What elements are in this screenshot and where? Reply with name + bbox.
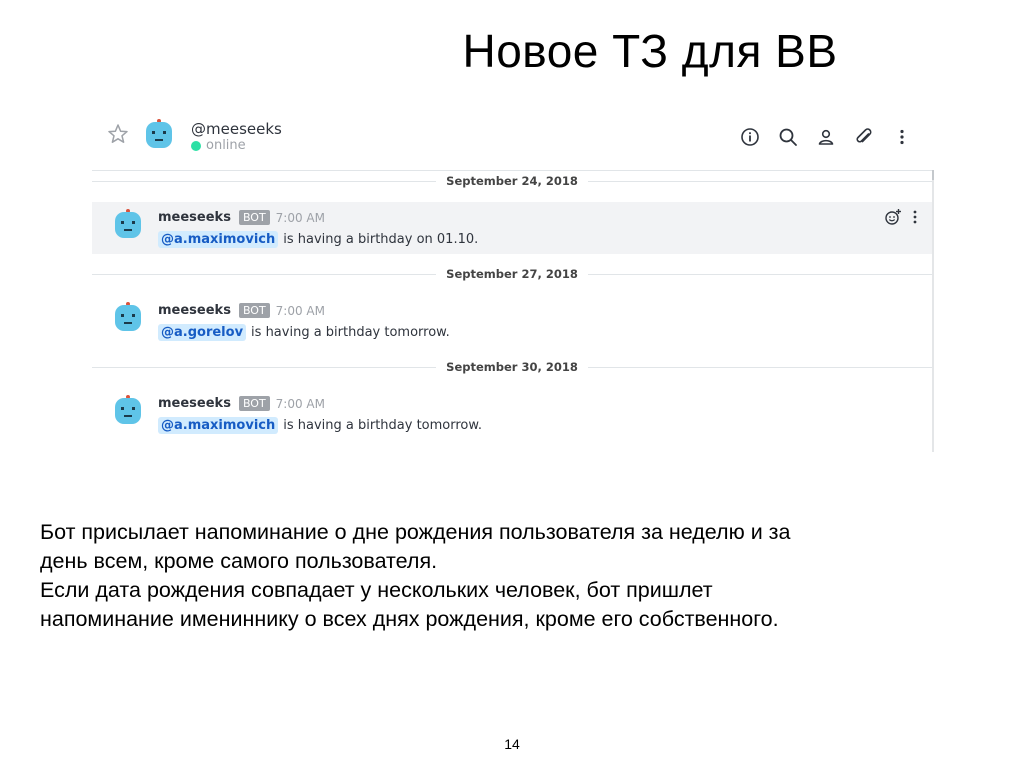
date-separator: September 30, 2018 bbox=[92, 358, 932, 376]
room-header: @meeseeks online bbox=[92, 108, 932, 164]
timestamp: 7:00 AM bbox=[275, 396, 325, 411]
date-separator: September 24, 2018 bbox=[92, 172, 932, 190]
caption-line: день всем, кроме самого пользователя. bbox=[40, 549, 438, 573]
message-item[interactable]: meeseeks BOT 7:00 AM @a.maximovich is ha… bbox=[92, 202, 932, 254]
kebab-menu-icon[interactable] bbox=[910, 208, 920, 230]
username[interactable]: meeseeks bbox=[158, 396, 231, 411]
user-mention[interactable]: @a.gorelov bbox=[158, 324, 247, 341]
header-actions bbox=[738, 125, 914, 149]
message-text: is having a birthday on 01.10. bbox=[283, 232, 479, 247]
date-label: September 30, 2018 bbox=[446, 360, 578, 374]
info-icon[interactable] bbox=[738, 125, 762, 149]
avatar[interactable] bbox=[111, 208, 145, 246]
user-mention[interactable]: @a.maximovich bbox=[158, 417, 279, 434]
user-icon[interactable] bbox=[814, 125, 838, 149]
avatar[interactable] bbox=[111, 394, 145, 432]
message-text: is having a birthday tomorrow. bbox=[283, 418, 482, 433]
caption-line: напоминание имениннику о всех днях рожде… bbox=[40, 607, 779, 631]
message-body: @a.gorelov is having a birthday tomorrow… bbox=[158, 324, 450, 341]
avatar[interactable] bbox=[142, 118, 176, 156]
username[interactable]: meeseeks bbox=[158, 210, 231, 225]
status-text: online bbox=[206, 138, 246, 153]
star-icon[interactable] bbox=[106, 122, 130, 150]
bot-badge: BOT bbox=[238, 396, 270, 411]
header-divider bbox=[92, 170, 932, 171]
date-label: September 24, 2018 bbox=[446, 174, 578, 188]
kebab-menu-icon[interactable] bbox=[890, 125, 914, 149]
presence-status: online bbox=[191, 138, 246, 153]
online-indicator bbox=[191, 140, 201, 151]
date-label: September 27, 2018 bbox=[446, 267, 578, 281]
date-separator: September 27, 2018 bbox=[92, 265, 932, 283]
user-mention[interactable]: @a.maximovich bbox=[158, 231, 279, 248]
room-name[interactable]: @meeseeks bbox=[191, 120, 282, 138]
message-meta: meeseeks BOT 7:00 AM bbox=[158, 396, 325, 411]
attachment-icon[interactable] bbox=[852, 125, 876, 149]
message-item[interactable]: meeseeks BOT 7:00 AM @a.gorelov is havin… bbox=[92, 295, 932, 347]
message-actions bbox=[884, 208, 920, 230]
avatar[interactable] bbox=[111, 301, 145, 339]
page-number: 14 bbox=[504, 736, 520, 752]
timestamp: 7:00 AM bbox=[275, 210, 325, 225]
message-meta: meeseeks BOT 7:00 AM bbox=[158, 210, 325, 225]
chat-window: @meeseeks online September 24, 2018 mees… bbox=[92, 108, 934, 452]
search-icon[interactable] bbox=[776, 125, 800, 149]
add-reaction-icon[interactable] bbox=[884, 208, 902, 230]
message-item[interactable]: meeseeks BOT 7:00 AM @a.maximovich is ha… bbox=[92, 388, 932, 440]
scrollbar[interactable] bbox=[932, 170, 934, 452]
username[interactable]: meeseeks bbox=[158, 303, 231, 318]
message-text: is having a birthday tomorrow. bbox=[251, 325, 450, 340]
slide-title: Новое ТЗ для ВВ bbox=[462, 25, 838, 77]
caption-line: Бот присылает напоминание о дне рождения… bbox=[40, 520, 791, 544]
bot-badge: BOT bbox=[238, 210, 270, 225]
message-meta: meeseeks BOT 7:00 AM bbox=[158, 303, 325, 318]
slide-caption: Бот присылает напоминание о дне рождения… bbox=[40, 518, 1000, 634]
bot-badge: BOT bbox=[238, 303, 270, 318]
message-body: @a.maximovich is having a birthday tomor… bbox=[158, 417, 482, 434]
timestamp: 7:00 AM bbox=[275, 303, 325, 318]
message-body: @a.maximovich is having a birthday on 01… bbox=[158, 231, 478, 248]
caption-line: Если дата рождения совпадает у нескольки… bbox=[40, 578, 713, 602]
